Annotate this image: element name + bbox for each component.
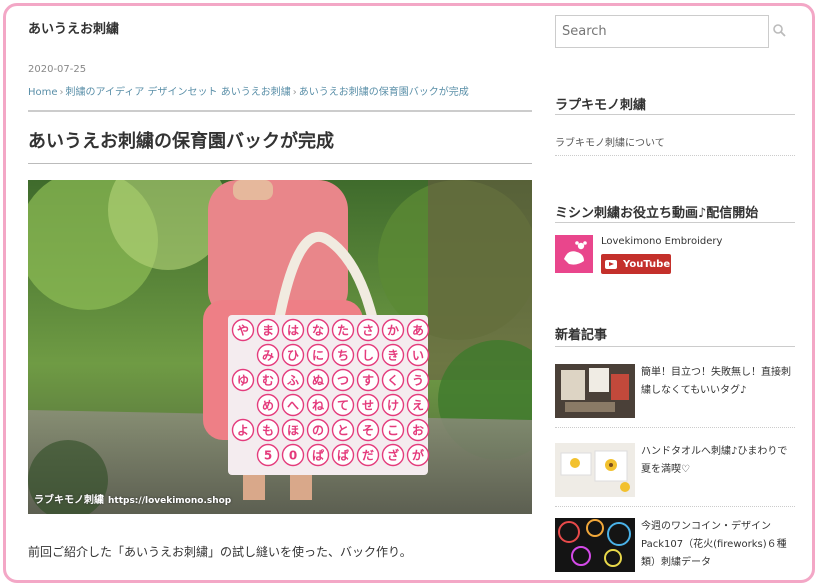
breadcrumb-current: あいうえお刺繍の保育園バックが完成 [298,87,469,98]
search-icon [773,24,786,37]
bag-letter: む [262,374,274,388]
watermark-brand: ラブキモノ刺繍 [34,495,104,506]
widget-rule [555,222,795,223]
bag-letter: ほ [287,424,299,438]
post-date: 2020-07-25 [28,64,87,75]
bag-letter: ざ [387,448,399,463]
bag-letter: お [412,424,424,438]
bag-letter: ね [312,399,324,413]
watermark-url: https://lovekimono.shop [108,496,232,506]
bird-logo-icon [564,241,587,265]
widget-title-about: ラプキモノ刺繍 [555,98,647,113]
bag-letter: ぬ [312,374,324,388]
post-excerpt: 前回ご紹介した「あいうえお刺繍」の試し縫いを使った、バック作り。 [28,545,412,559]
widget-dotted-rule [555,427,795,428]
widget-title-video: ミシン刺繍お役立ち動画♪配信開始 [555,206,759,221]
recent-post-thumbnail [555,518,635,572]
bag-letter: せ [362,399,374,413]
bag-letter: え [412,399,424,413]
bag-letter: さ [362,324,374,338]
bag-letter: く [387,374,399,388]
recent-post-thumbnail [555,443,635,497]
bag-letter: し [362,349,374,363]
bag-letter: も [262,424,274,438]
recent-post-thumbnail [555,364,635,418]
post-title: あいうえお刺繍の保育園バックが完成 [28,131,334,152]
bag-letter: 5 [264,449,272,463]
search-button[interactable] [771,22,789,40]
bag-letter: つ [337,374,349,388]
bag-letter: ぱ [312,448,324,463]
bag-letter: こ [387,424,399,438]
bag-letter: そ [362,424,374,438]
bag-letter: ひ [287,349,299,363]
widget-dotted-rule [555,506,795,507]
search-box [555,15,769,48]
bag-letter: よ [237,424,249,438]
bag-letter: す [362,374,374,388]
breadcrumb-separator: › [292,87,297,98]
recent-post-title[interactable]: 簡単！目立つ！失敗無し！直接刺繍しなくてもいいタグ♪ [641,364,795,400]
bag-letter: が [412,448,424,463]
bag-letter: ま [262,324,274,338]
breadcrumb-category-link[interactable]: 刺繍のアイディア デザインセット あいうえお刺繍 [66,87,291,98]
site-title[interactable]: あいうえお刺繍 [28,18,119,37]
bag-letter: け [387,399,399,413]
bag-letter: へ [287,399,299,413]
youtube-button-label: YouTube [623,258,671,270]
bag-letter: か [387,324,399,338]
recent-post-item[interactable]: 今週のワンコイン・デザイン Pack107（花火(fireworks)６種類）刺… [555,518,795,574]
bag-letter: め [262,399,274,413]
bag-letter: て [337,399,349,413]
youtube-icon [605,259,617,269]
widget-rule [555,114,795,115]
post-featured-image[interactable]: やまはなたさかあみひにちしきいゆむふぬつすくうめへねてせけえよもほのとそこお 5 0… [28,180,532,514]
bag-letter: ち [337,349,349,363]
bag-letter: た [337,324,349,338]
bag-letter: み [262,349,274,363]
bag-letter: に [312,349,324,363]
bag-letter: の [312,424,324,438]
about-link[interactable]: ラブキモノ刺繍について [555,134,665,149]
bag-letter: 0 [289,449,297,463]
bag-letter: あ [412,324,424,338]
search-input[interactable] [556,16,768,47]
recent-post-title[interactable]: ハンドタオルへ刺繍♪ひまわりで夏を満喫♡ [641,443,795,479]
bag-letter: ゆ [237,374,249,388]
image-watermark: ラブキモノ刺繍 https://lovekimono.shop [34,491,231,506]
channel-avatar[interactable] [555,235,593,273]
bag-letter: い [412,349,424,363]
page-frame: あいうえお刺繍 2020-07-25 Home › 刺繍のアイディア デザインセット… [3,3,815,583]
featured-photo: やまはなたさかあみひにちしきいゆむふぬつすくうめへねてせけえよもほのとそこお 5 0… [28,180,532,514]
recent-post-title[interactable]: 今週のワンコイン・デザイン Pack107（花火(fireworks)６種類）刺… [641,518,795,572]
bag-letter: ば [337,448,349,463]
bag-letter: ふ [287,374,299,388]
breadcrumb-separator: › [59,87,64,98]
channel-name[interactable]: Lovekimono Embroidery [601,236,722,247]
breadcrumb: Home › 刺繍のアイディア デザインセット あいうえお刺繍 › あいうえお刺繍の保育… [28,83,469,98]
recent-post-item[interactable]: ハンドタオルへ刺繍♪ひまわりで夏を満喫♡ [555,443,795,499]
bag-letter: な [312,324,324,338]
youtube-subscribe-button[interactable]: YouTube [601,254,671,274]
title-bottom-rule [28,163,532,164]
bag-letter: き [387,349,399,363]
bag-letter: は [287,324,299,338]
bag-letter: と [337,424,349,438]
bag-letter: う [412,374,424,388]
widget-dotted-rule [555,155,795,156]
widget-rule [555,346,795,347]
bag-letter: だ [362,449,374,463]
widget-title-recent: 新着記事 [555,328,608,343]
breadcrumb-home-link[interactable]: Home [28,87,58,98]
recent-post-item[interactable]: 簡単！目立つ！失敗無し！直接刺繍しなくてもいいタグ♪ [555,364,795,420]
bag-letter: や [237,324,249,338]
title-top-rule [28,110,532,112]
